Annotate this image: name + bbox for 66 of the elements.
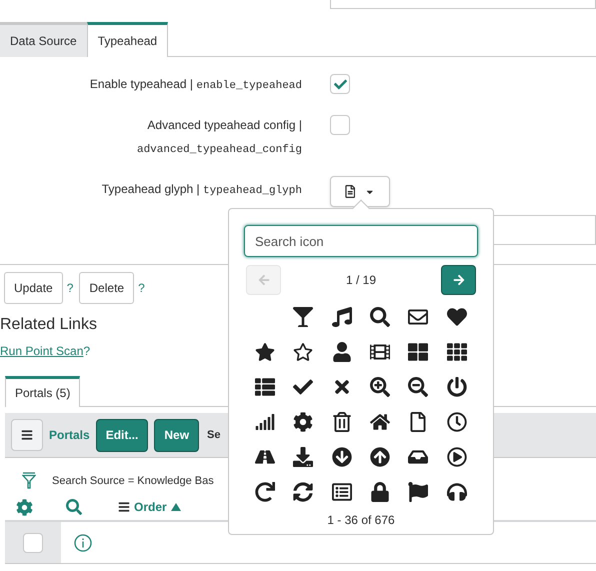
clock-icon[interactable] <box>446 412 467 432</box>
glyph-dropdown-button[interactable] <box>330 176 390 207</box>
envelope-icon[interactable] <box>408 306 428 326</box>
right-arrow-icon <box>452 274 464 286</box>
form-button[interactable]: Update <box>4 272 63 304</box>
page-indicator: 1 / 19 <box>346 272 376 289</box>
field-label: Enable typeahead | enable_typeahead <box>88 76 302 94</box>
power-icon[interactable] <box>446 376 467 396</box>
toolbar-button[interactable]: Edit... <box>96 418 148 452</box>
search-icon[interactable] <box>370 306 390 326</box>
document-icon <box>345 185 356 198</box>
section-heading: Related Links <box>0 315 97 335</box>
filter-text: Search Source = Knowledge Bas <box>52 474 214 489</box>
list-icon[interactable] <box>255 376 276 396</box>
menu-button[interactable] <box>11 419 43 451</box>
user-icon[interactable] <box>332 342 352 362</box>
help-mark[interactable]: ? <box>83 342 90 360</box>
filter-icon <box>22 471 36 491</box>
search-field[interactable]: Search icon <box>244 225 478 257</box>
column-header[interactable]: Order <box>118 498 181 516</box>
star-icon[interactable] <box>255 342 276 362</box>
settings-icon[interactable] <box>293 412 314 432</box>
file-icon[interactable] <box>408 412 428 432</box>
help-mark[interactable]: ? <box>138 279 145 297</box>
list-card-icon[interactable] <box>332 482 352 502</box>
checkbox[interactable] <box>23 532 43 552</box>
grid-icon[interactable] <box>446 342 467 362</box>
film-icon[interactable] <box>370 342 390 362</box>
glass-icon[interactable] <box>293 306 314 326</box>
check-icon[interactable] <box>293 376 314 396</box>
zoom-out-icon[interactable] <box>408 376 428 396</box>
check-icon <box>334 78 346 90</box>
tab[interactable]: Data Source <box>0 22 87 57</box>
home-icon[interactable] <box>370 412 390 432</box>
left-arrow-icon <box>258 274 270 286</box>
headphones-icon[interactable] <box>446 482 467 502</box>
menu-icon <box>21 429 33 441</box>
download-icon[interactable] <box>293 446 314 466</box>
list-title: Portals <box>49 427 90 444</box>
redo-icon[interactable] <box>255 482 276 502</box>
zoom-in-icon[interactable] <box>370 376 390 396</box>
tab[interactable]: Portals (5) <box>5 376 80 407</box>
flag-icon[interactable] <box>408 482 428 502</box>
refresh-icon[interactable] <box>293 482 314 502</box>
lock-icon[interactable] <box>370 482 390 502</box>
menu-icon <box>118 501 130 513</box>
trash-icon[interactable] <box>332 412 352 432</box>
help-mark[interactable]: ? <box>66 279 74 297</box>
tab[interactable]: Typeahead <box>86 22 168 57</box>
result-count: 1 - 36 of 676 <box>326 512 396 529</box>
checkbox[interactable] <box>330 115 350 135</box>
related-link[interactable]: Run Point Scan <box>0 342 84 360</box>
checkbox[interactable] <box>330 74 350 94</box>
toolbar-text: Se <box>207 428 221 443</box>
field-label: Advanced typeahead config | advanced_typeahead_config <box>136 117 302 158</box>
signal-icon[interactable] <box>255 412 276 432</box>
star-outline-icon[interactable] <box>293 342 314 362</box>
heart-icon[interactable] <box>446 306 467 326</box>
text-field[interactable] <box>330 0 596 9</box>
toolbar-button[interactable]: New <box>154 418 200 452</box>
large-grid-icon[interactable] <box>408 342 428 362</box>
info-icon[interactable] <box>74 534 92 552</box>
form-button[interactable]: Delete <box>79 272 134 304</box>
field-label: Typeahead glyph | typeahead_glyph <box>100 181 302 199</box>
next-page-button[interactable] <box>441 265 476 295</box>
music-note-icon[interactable] <box>332 306 352 326</box>
